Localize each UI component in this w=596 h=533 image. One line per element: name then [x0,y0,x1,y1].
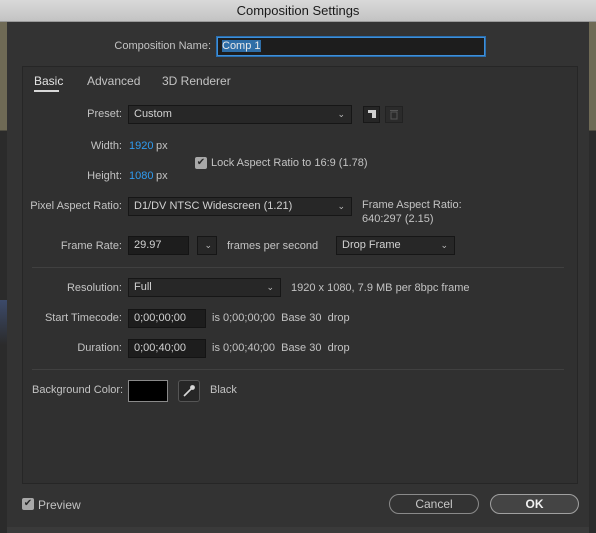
lock-aspect-checkbox[interactable]: ✔ [195,157,207,169]
window-title: Composition Settings [0,0,596,22]
ok-button[interactable]: OK [490,494,579,514]
chevron-down-icon: ⌄ [337,109,345,119]
tab-basic[interactable]: Basic [34,74,63,88]
duration-label: Duration: [77,342,122,354]
tab-3d-renderer[interactable]: 3D Renderer [162,74,231,88]
preset-dropdown[interactable]: Custom ⌄ [128,105,352,124]
divider [32,369,564,370]
background-app-left [0,0,7,533]
background-color-name: Black [210,384,237,396]
resolution-info: 1920 x 1080, 7.9 MB per 8bpc frame [291,282,470,294]
tab-advanced[interactable]: Advanced [87,74,140,88]
frame-rate-label: Frame Rate: [60,240,122,252]
frame-aspect-value: 640:297 (2.15) [362,213,434,225]
background-color-label: Background Color: [32,384,124,396]
pixel-aspect-value: D1/DV NTSC Widescreen (1.21) [134,200,293,212]
background-app-right [589,0,596,533]
preview-checkbox[interactable]: ✔ [22,498,34,510]
chevron-down-icon: ⌄ [440,240,448,250]
preset-value: Custom [134,108,172,120]
drop-frame-value: Drop Frame [342,239,401,251]
height-unit: px [156,170,168,182]
frame-aspect-label: Frame Aspect Ratio: [362,199,462,211]
duration-info: is 0;00;40;00 Base 30 drop [212,342,350,354]
delete-preset-button[interactable] [385,106,403,123]
preset-label: Preset: [87,108,122,120]
comp-name-label: Composition Name: [114,40,211,52]
cancel-button[interactable]: Cancel [389,494,479,514]
comp-name-input[interactable]: Comp 1 [217,37,485,56]
lock-aspect-label: Lock Aspect Ratio to 16:9 (1.78) [211,157,368,169]
pixel-aspect-label: Pixel Aspect Ratio: [30,200,122,212]
height-label: Height: [87,170,122,182]
start-timecode-input[interactable]: 0;00;00;00 [128,309,206,328]
preview-label: Preview [38,498,81,512]
start-timecode-label: Start Timecode: [44,312,122,324]
comp-name-value: Comp 1 [222,40,261,52]
chevron-down-icon: ⌄ [266,282,274,292]
settings-panel [22,66,578,484]
width-unit: px [156,140,168,152]
resolution-label: Resolution: [66,282,122,294]
width-label: Width: [90,140,122,152]
height-value[interactable]: 1080 [129,170,153,182]
resolution-value: Full [134,281,152,293]
duration-input[interactable]: 0;00;40;00 [128,339,206,358]
pixel-aspect-dropdown[interactable]: D1/DV NTSC Widescreen (1.21) ⌄ [128,197,352,216]
frame-rate-unit: frames per second [227,240,319,252]
eyedropper-button[interactable] [178,380,200,402]
tab-basic-underline [34,90,59,92]
chevron-down-icon: ⌄ [204,240,212,250]
trash-icon [390,110,398,120]
drop-frame-dropdown[interactable]: Drop Frame ⌄ [336,236,455,255]
resolution-dropdown[interactable]: Full ⌄ [128,278,281,297]
divider [32,267,564,268]
save-preset-button[interactable] [363,106,380,123]
eyedropper-icon [183,385,195,397]
background-color-swatch[interactable] [128,380,168,402]
save-preset-icon [368,110,376,118]
width-value[interactable]: 1920 [129,140,153,152]
frame-rate-dropdown[interactable]: ⌄ [197,236,217,255]
chevron-down-icon: ⌄ [337,201,345,211]
frame-rate-input[interactable]: 29.97 [128,236,189,255]
start-timecode-info: is 0;00;00;00 Base 30 drop [212,312,350,324]
